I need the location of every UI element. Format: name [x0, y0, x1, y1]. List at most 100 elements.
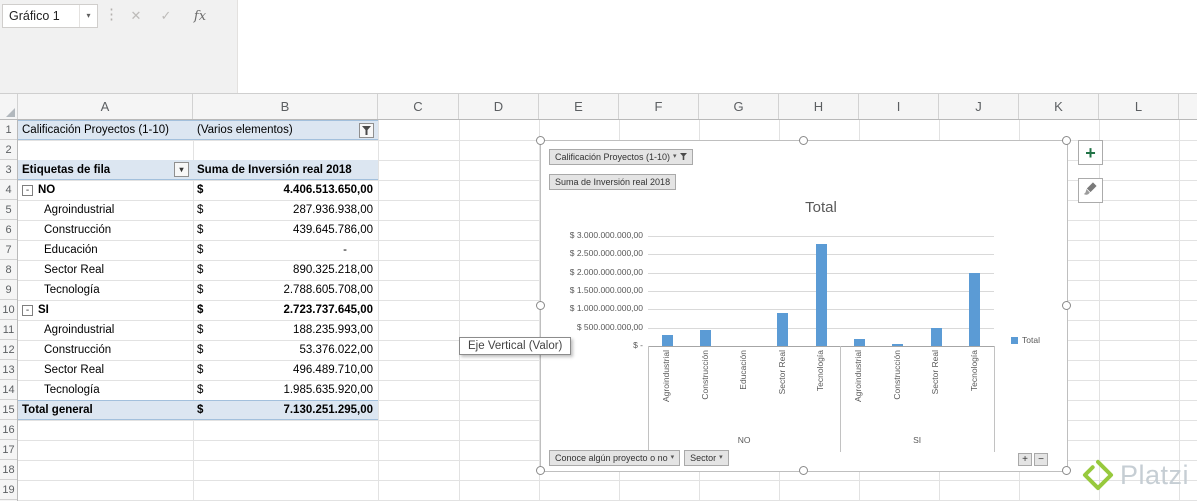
column-header-K[interactable]: K	[1019, 94, 1099, 119]
category-label-educación[interactable]: Educación	[738, 350, 748, 390]
row-header-3[interactable]: 3	[0, 160, 17, 180]
chart-styles-button[interactable]	[1078, 178, 1103, 203]
chart-legend[interactable]: Total	[1011, 335, 1040, 345]
pivot-row-label-cell-total-general[interactable]: Total general	[18, 400, 193, 420]
pivot-row-label-cell-no[interactable]: - NO	[18, 180, 193, 200]
pivot-value-cell-si[interactable]: $2.723.737.645,00	[193, 300, 378, 320]
collapse-button[interactable]: -	[22, 304, 33, 316]
row-header-14[interactable]: 14	[0, 380, 17, 400]
row-header-13[interactable]: 13	[0, 360, 17, 380]
axis-field-button-0[interactable]: Conoce algún proyecto o no ▾	[549, 450, 681, 467]
pivot-value-cell-no[interactable]: $4.406.513.650,00	[193, 180, 378, 200]
bar-tecnología-si[interactable]	[969, 273, 981, 346]
group-label-no[interactable]: NO	[648, 435, 840, 445]
category-label-agroindustrial[interactable]: Agroindustrial	[661, 350, 671, 402]
category-label-construcción[interactable]: Construcción	[892, 350, 902, 400]
category-label-tecnología[interactable]: Tecnología	[969, 350, 979, 391]
category-label-sector-real[interactable]: Sector Real	[930, 350, 940, 394]
selection-handle[interactable]	[1062, 136, 1071, 145]
filter-dropdown-icon[interactable]: ▾	[174, 162, 189, 177]
enter-icon[interactable]: ✓	[154, 4, 178, 28]
column-header-A[interactable]: A	[18, 94, 193, 119]
insert-function-icon[interactable]: fx	[188, 4, 212, 28]
pivot-value-cell-total-general[interactable]: $7.130.251.295,00	[193, 400, 378, 420]
bar-sector-real-no[interactable]	[777, 313, 789, 346]
collapse-button[interactable]: -	[22, 184, 33, 196]
row-header-1[interactable]: 1	[0, 120, 17, 140]
column-header-E[interactable]: E	[539, 94, 619, 119]
pivot-row-label-cell-agroindustrial[interactable]: Agroindustrial	[18, 320, 193, 340]
y-axis-label[interactable]: $ 500.000.000,00	[541, 322, 643, 332]
row-header-8[interactable]: 8	[0, 260, 17, 280]
pivot-value-cell-tecnología[interactable]: $2.788.605.708,00	[193, 280, 378, 300]
category-label-sector-real[interactable]: Sector Real	[777, 350, 787, 394]
column-header-G[interactable]: G	[699, 94, 779, 119]
row-header-17[interactable]: 17	[0, 440, 17, 460]
filter-funnel-icon[interactable]	[359, 122, 374, 138]
pivot-value-cell-agroindustrial[interactable]: $188.235.993,00	[193, 320, 378, 340]
row-header-10[interactable]: 10	[0, 300, 17, 320]
selection-handle[interactable]	[1062, 301, 1071, 310]
selection-handle[interactable]	[1062, 466, 1071, 475]
row-header-5[interactable]: 5	[0, 200, 17, 220]
y-axis-label[interactable]: $ 1.500.000.000,00	[541, 285, 643, 295]
row-header-9[interactable]: 9	[0, 280, 17, 300]
pivot-value-cell-sector-real[interactable]: $890.325.218,00	[193, 260, 378, 280]
category-label-agroindustrial[interactable]: Agroindustrial	[853, 350, 863, 402]
group-label-si[interactable]: SI	[840, 435, 994, 445]
pivot-row-label-cell-tecnología[interactable]: Tecnología	[18, 380, 193, 400]
pivot-filter-value-cell[interactable]: (Varios elementos)	[193, 120, 378, 140]
bar-agroindustrial-no[interactable]	[661, 335, 673, 346]
name-box-dropdown-icon[interactable]: ▾	[79, 5, 97, 27]
row-header-4[interactable]: 4	[0, 180, 17, 200]
bar-agroindustrial-si[interactable]	[853, 339, 865, 346]
pivot-values-header-cell[interactable]: Suma de Inversión real 2018	[193, 160, 378, 180]
pivot-row-label-cell-tecnología[interactable]: Tecnología	[18, 280, 193, 300]
row-header-18[interactable]: 18	[0, 460, 17, 480]
pivot-value-cell-construcción[interactable]: $439.645.786,00	[193, 220, 378, 240]
column-header-D[interactable]: D	[459, 94, 539, 119]
chart-elements-button[interactable]: +	[1078, 140, 1103, 165]
column-header-B[interactable]: B	[193, 94, 378, 119]
column-header-I[interactable]: I	[859, 94, 939, 119]
row-header-7[interactable]: 7	[0, 240, 17, 260]
bar-construcción-si[interactable]	[892, 344, 904, 346]
row-header-15[interactable]: 15	[0, 400, 17, 420]
selection-handle[interactable]	[536, 466, 545, 475]
y-axis-label[interactable]: $ 2.000.000.000,00	[541, 267, 643, 277]
pivot-value-cell-agroindustrial[interactable]: $287.936.938,00	[193, 200, 378, 220]
column-header-C[interactable]: C	[378, 94, 459, 119]
collapse-button[interactable]: −	[1034, 453, 1048, 466]
pivot-row-label-cell-sector-real[interactable]: Sector Real	[18, 260, 193, 280]
pivot-row-label-cell-educación[interactable]: Educación	[18, 240, 193, 260]
selection-handle[interactable]	[799, 466, 808, 475]
row-header-16[interactable]: 16	[0, 420, 17, 440]
pivot-chart[interactable]: Total Calificación Proyectos (1-10) ▾ Suma…	[536, 136, 1071, 475]
chart-filter-field-button[interactable]: Calificación Proyectos (1-10) ▾	[549, 149, 693, 166]
pivot-value-cell-tecnología[interactable]: $1.985.635.920,00	[193, 380, 378, 400]
bar-construcción-no[interactable]	[700, 329, 712, 346]
name-box[interactable]: Gráfico 1 ▾	[2, 4, 98, 28]
bar-sector-real-si[interactable]	[930, 327, 942, 346]
row-header-12[interactable]: 12	[0, 340, 17, 360]
selection-handle[interactable]	[536, 136, 545, 145]
expand-button[interactable]: +	[1018, 453, 1032, 466]
pivot-row-label-cell-si[interactable]: - SI	[18, 300, 193, 320]
select-all-button[interactable]	[0, 94, 18, 119]
chart-value-field-button[interactable]: Suma de Inversión real 2018	[549, 174, 677, 191]
column-header-L[interactable]: L	[1099, 94, 1179, 119]
bar-tecnología-no[interactable]	[815, 243, 827, 346]
pivot-row-label-cell-construcción[interactable]: Construcción	[18, 220, 193, 240]
pivot-row-labels-header-cell[interactable]: Etiquetas de fila ▾	[18, 160, 193, 180]
column-header-F[interactable]: F	[619, 94, 699, 119]
y-axis-label[interactable]: $ 2.500.000.000,00	[541, 248, 643, 258]
cancel-icon[interactable]: ✕	[124, 4, 148, 28]
category-label-construcción[interactable]: Construcción	[700, 350, 710, 400]
formula-input[interactable]	[237, 0, 1197, 93]
pivot-filter-field-cell[interactable]: Calificación Proyectos (1-10)	[18, 120, 193, 140]
selection-handle[interactable]	[799, 136, 808, 145]
row-header-2[interactable]: 2	[0, 140, 17, 160]
selection-handle[interactable]	[536, 301, 545, 310]
axis-field-button-1[interactable]: Sector ▾	[684, 450, 729, 467]
pivot-row-label-cell-agroindustrial[interactable]: Agroindustrial	[18, 200, 193, 220]
